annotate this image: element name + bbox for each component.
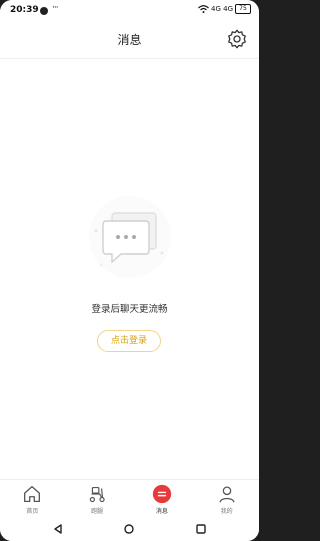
notification-dot-icon (40, 7, 48, 15)
more-status-icons: ··· (52, 3, 59, 13)
wifi-icon (198, 5, 209, 13)
tab-errand[interactable]: 跑腿 (65, 480, 130, 518)
status-bar: 20:39 ··· 4G 4G 75 (0, 0, 259, 22)
login-button[interactable]: 点击登录 (97, 330, 161, 352)
profile-icon (219, 486, 235, 503)
status-right: 4G 4G 75 (198, 4, 251, 14)
message-icon (152, 484, 172, 504)
tab-profile[interactable]: 我的 (194, 480, 259, 518)
scooter-icon (89, 486, 105, 503)
page-header: 消息 (0, 22, 259, 59)
home-icon (24, 486, 41, 502)
page-title: 消息 (117, 33, 142, 47)
tab-label: 消息 (155, 508, 168, 515)
empty-state-message: 登录后聊天更流畅 (91, 304, 168, 315)
app-screen: 20:39 ··· 4G 4G 75 消息 登录后聊天更流畅 点击登录 首页 跑… (0, 0, 259, 541)
tab-label: 跑腿 (91, 508, 104, 515)
tab-label: 首页 (26, 508, 39, 515)
status-time: 20:39 (10, 5, 39, 15)
tab-home[interactable]: 首页 (0, 480, 65, 518)
recents-square-icon[interactable] (195, 523, 207, 535)
chat-bubble-icon (89, 196, 171, 278)
battery-icon: 75 (235, 4, 251, 14)
bottom-tab-bar: 首页 跑腿 消息 我的 (0, 479, 259, 518)
tab-label: 我的 (220, 508, 233, 515)
gear-icon[interactable] (226, 28, 248, 50)
home-circle-icon[interactable] (123, 523, 135, 535)
tab-messages[interactable]: 消息 (130, 480, 195, 518)
system-nav-bar (0, 517, 259, 541)
back-triangle-icon[interactable] (52, 523, 64, 535)
signal-icon: 4G 4G (211, 5, 233, 13)
